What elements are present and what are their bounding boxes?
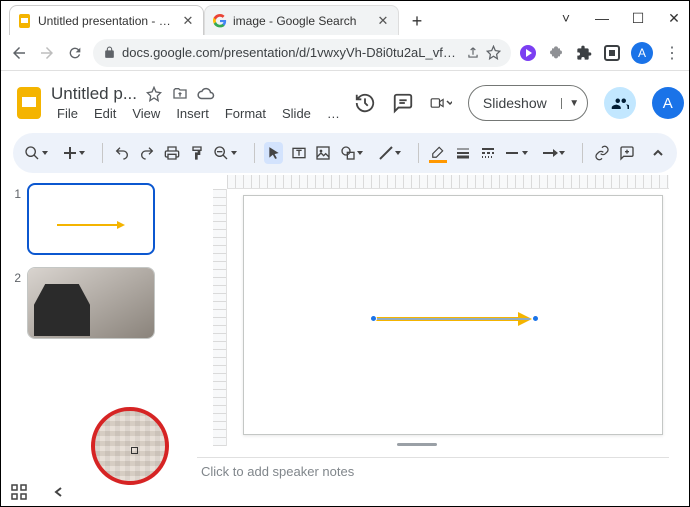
undo-icon[interactable] <box>113 142 132 164</box>
line-tool-icon[interactable] <box>376 142 395 164</box>
notes-drag-handle[interactable] <box>397 443 437 446</box>
arrow-shape[interactable] <box>370 310 538 328</box>
speaker-notes[interactable]: Click to add speaker notes <box>197 457 669 491</box>
chevron-down-icon[interactable]: ˅ <box>557 10 575 26</box>
new-slide-icon[interactable] <box>61 142 80 164</box>
history-icon[interactable] <box>354 92 376 114</box>
menu-slide[interactable]: Slide <box>276 104 317 123</box>
paint-format-icon[interactable] <box>187 142 206 164</box>
extensions-puzzle-icon[interactable] <box>575 44 593 62</box>
menu-format[interactable]: Format <box>219 104 272 123</box>
line-end-icon[interactable] <box>540 142 559 164</box>
slide-canvas[interactable] <box>243 195 663 435</box>
minimize-icon[interactable]: — <box>593 10 611 26</box>
slide-number: 2 <box>11 267 21 285</box>
address-bar[interactable]: docs.google.com/presentation/d/1vwxyVh-D… <box>93 39 511 67</box>
comment-icon[interactable] <box>392 92 414 114</box>
magnifier-overlay <box>91 407 169 485</box>
slide-thumbnail-2[interactable]: 2 <box>11 267 177 339</box>
url-text: docs.google.com/presentation/d/1vwxyVh-D… <box>122 45 460 60</box>
line-dash-icon[interactable] <box>478 142 497 164</box>
line-weight-icon[interactable] <box>453 142 472 164</box>
toolbar <box>13 133 677 173</box>
collapse-filmstrip-icon[interactable] <box>53 486 65 498</box>
image-icon[interactable] <box>314 142 333 164</box>
chrome-avatar[interactable]: A <box>631 42 653 64</box>
slideshow-button[interactable]: Slideshow ▼ <box>468 85 588 121</box>
extension-square-icon[interactable] <box>603 44 621 62</box>
lock-icon <box>103 46 116 59</box>
tab-title: Untitled presentation - Google S <box>38 14 175 28</box>
menu-insert[interactable]: Insert <box>170 104 215 123</box>
extension-icon[interactable] <box>547 44 565 62</box>
close-icon[interactable]: ✕ <box>376 14 390 28</box>
link-icon[interactable] <box>593 142 612 164</box>
slide-number: 1 <box>11 183 21 201</box>
move-doc-icon[interactable] <box>171 85 189 103</box>
ruler-horizontal[interactable] <box>227 175 669 189</box>
browser-tab-active[interactable]: Untitled presentation - Google S ✕ <box>9 5 204 35</box>
slideshow-dropdown[interactable]: ▼ <box>561 98 587 109</box>
zoom-icon[interactable] <box>212 142 231 164</box>
maximize-icon[interactable]: ☐ <box>629 10 647 27</box>
extension-play-icon[interactable] <box>519 44 537 62</box>
cloud-status-icon[interactable] <box>197 85 215 103</box>
redo-icon[interactable] <box>138 142 157 164</box>
slide-thumbnail-1[interactable]: 1 <box>11 183 177 255</box>
selection-handle[interactable] <box>370 315 377 322</box>
menu-bar: File Edit View Insert Format Slide … <box>51 104 346 123</box>
shape-icon[interactable] <box>339 142 358 164</box>
close-window-icon[interactable]: ✕ <box>665 10 683 27</box>
filmstrip: 1 2 <box>1 175 187 506</box>
selection-handle[interactable] <box>532 315 539 322</box>
star-icon[interactable] <box>486 45 501 60</box>
menu-more[interactable]: … <box>321 104 346 123</box>
share-button[interactable] <box>604 87 636 119</box>
browser-tab[interactable]: image - Google Search ✕ <box>204 5 399 35</box>
menu-edit[interactable]: Edit <box>88 104 122 123</box>
share-url-icon[interactable] <box>466 46 480 60</box>
meet-icon[interactable] <box>430 92 452 114</box>
close-icon[interactable]: ✕ <box>181 14 195 28</box>
ruler-vertical[interactable] <box>213 189 227 446</box>
back-icon[interactable] <box>9 43 29 63</box>
slideshow-label: Slideshow <box>469 95 561 111</box>
collapse-toolbar-icon[interactable] <box>648 142 667 164</box>
star-doc-icon[interactable] <box>145 85 163 103</box>
menu-file[interactable]: File <box>51 104 84 123</box>
new-tab-button[interactable]: + <box>403 7 431 35</box>
line-start-icon[interactable] <box>503 142 522 164</box>
account-avatar[interactable]: A <box>652 87 684 119</box>
print-icon[interactable] <box>162 142 181 164</box>
line-color-icon[interactable] <box>429 144 448 163</box>
notes-placeholder: Click to add speaker notes <box>201 464 354 479</box>
search-menus-icon[interactable] <box>23 142 42 164</box>
forward-icon[interactable] <box>37 43 57 63</box>
slides-logo[interactable] <box>15 85 43 121</box>
tab-title: image - Google Search <box>233 14 370 28</box>
reload-icon[interactable] <box>65 43 85 63</box>
doc-title[interactable]: Untitled p... <box>51 84 137 104</box>
select-tool-icon[interactable] <box>264 142 283 164</box>
google-favicon <box>213 14 227 28</box>
chrome-menu-icon[interactable]: ⋮ <box>663 44 681 62</box>
slides-favicon <box>18 14 32 28</box>
add-comment-icon[interactable] <box>618 142 637 164</box>
textbox-icon[interactable] <box>289 142 308 164</box>
grid-view-icon[interactable] <box>11 484 27 500</box>
menu-view[interactable]: View <box>126 104 166 123</box>
